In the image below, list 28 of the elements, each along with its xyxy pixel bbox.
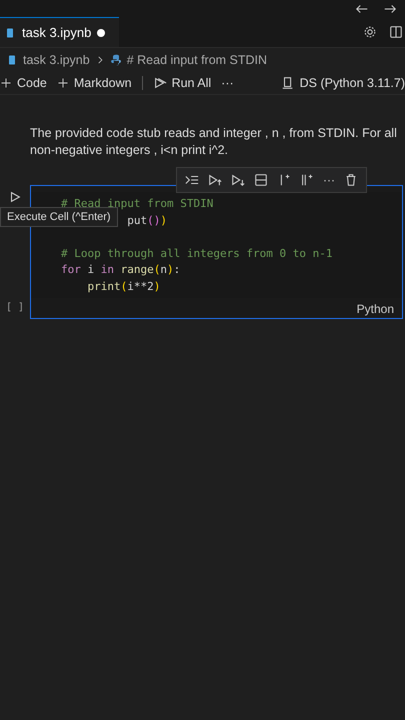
split-cell-icon[interactable] (254, 173, 268, 187)
editor-tab[interactable]: task 3.ipynb (0, 17, 120, 47)
run-above-icon[interactable] (208, 173, 222, 187)
plus-icon (0, 76, 12, 90)
markdown-text: The provided code stub reads and integer , n , from STDIN. For all non-negative integers , i<n print i^2. (30, 125, 398, 159)
run-all-button[interactable]: Run All (152, 76, 212, 90)
add-code-button[interactable]: Code (0, 76, 47, 90)
breadcrumb-cell[interactable]: # Read input from STDIN (126, 53, 268, 67)
tooltip: Execute Cell (^Enter) (0, 207, 118, 227)
notebook-icon (6, 53, 18, 67)
run-below-icon[interactable] (231, 173, 245, 187)
more-button[interactable]: ··· (221, 76, 234, 90)
delete-icon[interactable] (344, 173, 358, 187)
server-icon (280, 76, 295, 90)
run-cell-icon[interactable] (8, 190, 22, 204)
notebook-icon (4, 26, 16, 40)
kernel-picker[interactable]: DS (Python 3.11.7) (280, 76, 405, 90)
breadcrumb-file[interactable]: task 3.ipynb (23, 53, 90, 67)
run-by-line-icon[interactable] (185, 173, 199, 187)
more-button[interactable]: ··· (323, 173, 335, 187)
add-markdown-button[interactable]: Markdown (56, 76, 132, 90)
language-label[interactable]: Python (356, 302, 394, 316)
execution-count: [ ] (6, 302, 24, 313)
split-editor-icon[interactable] (389, 25, 403, 39)
run-all-icon (152, 76, 167, 90)
settings-icon[interactable] (363, 25, 377, 39)
plus-icon (56, 76, 69, 90)
insert-cells-icon[interactable] (300, 173, 314, 187)
